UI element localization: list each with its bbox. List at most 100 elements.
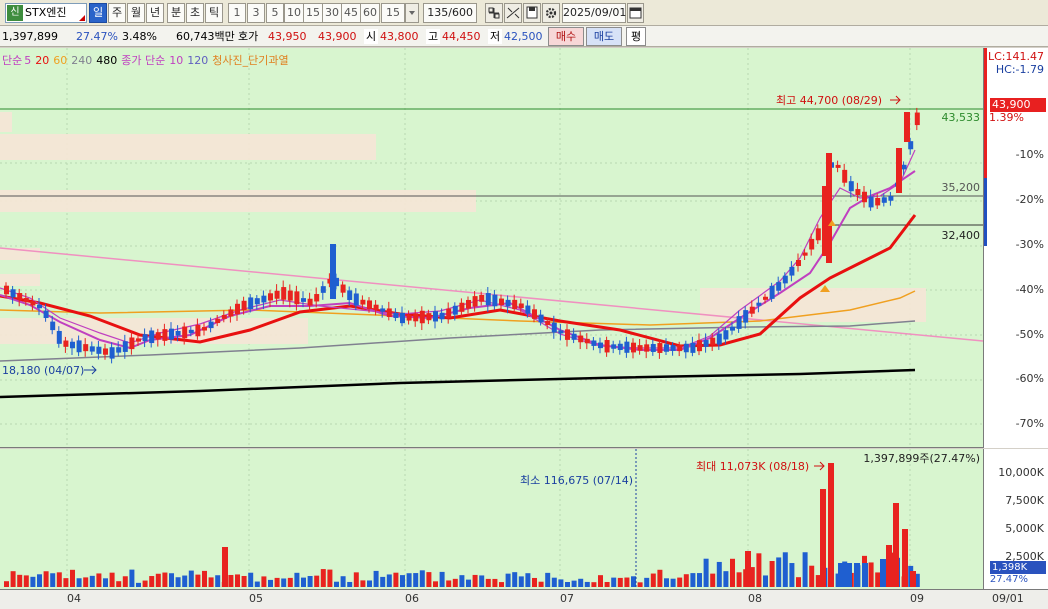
period-tick-button[interactable]: 틱 <box>205 3 223 23</box>
draw-tool-button[interactable] <box>504 3 522 23</box>
period-week-button[interactable]: 주 <box>108 3 126 23</box>
volume-chart[interactable]: 1,397,899주(27.47%) 최대 11,073K (08/18) 최소 1… <box>0 449 983 589</box>
interval-button-15[interactable]: 15 <box>303 3 323 23</box>
interval-button-5[interactable]: 5 <box>266 3 284 23</box>
volume-bar <box>215 575 221 587</box>
volume-bar <box>677 577 683 587</box>
candle-body <box>862 191 867 203</box>
dropdown-corner-icon <box>79 15 85 21</box>
candle-body <box>353 293 359 306</box>
interval-dropdown-button[interactable] <box>405 3 419 23</box>
interval-select[interactable]: 15 <box>381 3 405 23</box>
volume-bar <box>43 571 49 587</box>
candle-body <box>188 329 194 334</box>
volume-chart-panel[interactable]: 1,397,899주(27.47%) 최대 11,073K (08/18) 최소 1… <box>0 449 983 589</box>
volume-bar <box>485 578 491 587</box>
calendar-button[interactable] <box>627 3 644 23</box>
candle-body <box>545 321 551 326</box>
crosshair-button[interactable] <box>485 3 503 23</box>
high-price: 44,450 <box>442 30 481 43</box>
period-month-button[interactable]: 월 <box>127 3 145 23</box>
candle-body <box>565 329 570 340</box>
candle-body <box>208 321 214 329</box>
candle-body <box>822 186 828 256</box>
candle-body <box>591 340 597 346</box>
candle-body <box>215 318 221 324</box>
volume-profile-band <box>0 190 476 212</box>
candle-body <box>10 289 16 298</box>
date-field[interactable]: 2025/09/01 <box>562 3 626 23</box>
interval-button-1[interactable]: 1 <box>228 3 246 23</box>
legend-vma10: 10 <box>169 54 184 67</box>
price-chart[interactable]: 최고 44,700 (08/29) 43,533 35,200 32,400 18,18… <box>0 48 984 448</box>
sell-button[interactable]: 매도 <box>586 27 622 46</box>
volume-bar <box>301 577 306 587</box>
candle-body <box>571 333 577 340</box>
volume-bar <box>452 578 458 587</box>
volume-bar <box>76 578 82 587</box>
buy-button[interactable]: 매수 <box>548 27 584 46</box>
price-axis-label: -10% <box>1015 148 1044 161</box>
volume-bar <box>155 573 161 587</box>
period-minute-button[interactable]: 분 <box>167 3 185 23</box>
volume-bar <box>710 573 716 587</box>
candle-body <box>782 275 788 284</box>
candle-body <box>881 197 887 203</box>
volume-bar <box>83 577 89 587</box>
max-price-annotation: 최고 44,700 (08/29) <box>776 94 882 107</box>
volume-bar <box>902 529 908 587</box>
data-count-field[interactable]: 135/600 <box>423 3 477 23</box>
interval-button-60[interactable]: 60 <box>360 3 380 23</box>
volume-bar <box>670 578 676 587</box>
bid-price: 43,900 <box>318 30 357 43</box>
volume-profile-band <box>0 134 376 160</box>
stock-selector[interactable]: 신 STX엔진 <box>5 3 87 23</box>
volume-bar <box>820 489 826 587</box>
volume-bar <box>400 575 405 587</box>
candle-body <box>155 332 161 340</box>
volume-bar <box>631 576 636 587</box>
volume-axis-label: 10,000K <box>998 466 1044 479</box>
volume-bar <box>745 551 751 587</box>
candle-body <box>789 266 795 276</box>
volume-bar <box>175 577 181 587</box>
candle-body <box>875 197 881 206</box>
save-button[interactable] <box>523 3 541 23</box>
candle-body <box>37 304 42 309</box>
volume-bar <box>650 573 656 587</box>
volume-bar <box>697 573 702 587</box>
volume-bar <box>512 572 518 587</box>
volume-bar <box>248 572 254 587</box>
interval-button-10[interactable]: 10 <box>284 3 304 23</box>
interval-button-30[interactable]: 30 <box>322 3 342 23</box>
volume-bar <box>657 569 663 587</box>
interval-button-45[interactable]: 45 <box>341 3 361 23</box>
period-second-button[interactable]: 초 <box>186 3 204 23</box>
period-year-button[interactable]: 년 <box>146 3 164 23</box>
settings-button[interactable] <box>542 3 560 23</box>
volume-bar <box>89 575 95 587</box>
ask-price: 43,950 <box>268 30 307 43</box>
volume-bar <box>558 579 564 587</box>
period-day-button[interactable]: 일 <box>89 3 107 23</box>
candle-body <box>914 112 920 126</box>
date-label: 06 <box>405 592 419 605</box>
candle-body <box>538 314 544 323</box>
interval-button-3[interactable]: 3 <box>247 3 265 23</box>
candle-body <box>76 340 82 353</box>
candle-body <box>835 164 841 168</box>
candle-body <box>56 330 62 344</box>
calendar-icon <box>629 7 642 19</box>
candle-body <box>769 285 775 299</box>
volume-bar <box>723 571 729 587</box>
evaluate-button[interactable]: 평 <box>626 27 646 46</box>
candle-body <box>551 322 557 333</box>
candle-body <box>677 344 683 352</box>
volume-bar <box>532 577 537 587</box>
price-axis-label: -30% <box>1015 238 1044 251</box>
candle-body <box>340 284 346 293</box>
candle-body <box>426 313 432 321</box>
price-chart-panel[interactable]: 최고 44,700 (08/29) 43,533 35,200 32,400 18,18… <box>0 48 984 448</box>
candle-body <box>802 252 808 256</box>
legend-ma480: 480 <box>96 54 118 67</box>
